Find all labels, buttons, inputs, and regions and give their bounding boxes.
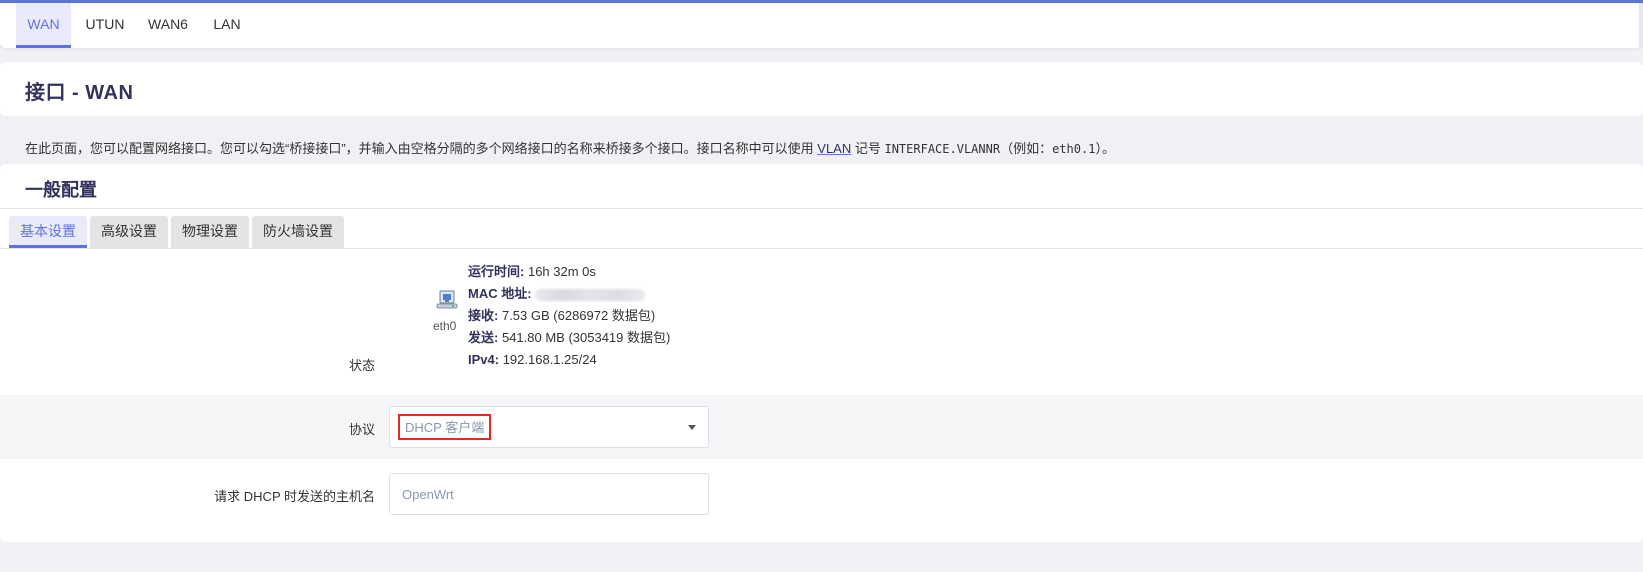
- status-label: 状态: [348, 358, 375, 373]
- scrollbar-edge: [1639, 3, 1643, 48]
- rx-line: 接收: 7.53 GB (6286972 数据包): [468, 305, 670, 327]
- general-config-section: 一般配置 基本设置 高级设置 物理设置 防火墙设置 状态 eth0 运行时间: …: [0, 164, 1643, 542]
- interface-name: eth0: [433, 319, 457, 333]
- page-title: 接口 - WAN: [25, 82, 134, 104]
- tab-utun[interactable]: UTUN: [80, 3, 130, 48]
- hostname-label: 请求 DHCP 时发送的主机名: [214, 489, 375, 504]
- mac-line: MAC 地址:: [468, 283, 670, 305]
- protocol-select[interactable]: DHCP 客户端: [389, 406, 709, 448]
- hostname-input[interactable]: [389, 473, 709, 515]
- tab-wan[interactable]: WAN: [16, 3, 71, 48]
- tab-physical-settings[interactable]: 物理设置: [171, 216, 249, 248]
- tab-wan6[interactable]: WAN6: [140, 3, 196, 48]
- description-example-code: eth0.1: [1052, 142, 1096, 156]
- page-description: 在此页面，您可以配置网络接口。您可以勾选“桥接接口”，并输入由空格分隔的多个网络…: [25, 138, 1115, 157]
- tab-advanced-settings[interactable]: 高级设置: [90, 216, 168, 248]
- hostname-row: 请求 DHCP 时发送的主机名: [0, 459, 1643, 542]
- uptime-line: 运行时间: 16h 32m 0s: [468, 261, 670, 283]
- page-title-box: 接口 - WAN: [0, 62, 1643, 116]
- section-title: 一般配置: [25, 180, 97, 200]
- protocol-label: 协议: [348, 422, 375, 437]
- section-divider: [0, 208, 1643, 209]
- protocol-selected-value: DHCP 客户端: [398, 414, 492, 440]
- status-row: 状态 eth0 运行时间: 16h 32m 0s MAC 地址: 接收: 7.5…: [0, 249, 1643, 395]
- mac-label: MAC 地址:: [468, 286, 532, 301]
- rx-value: 7.53 GB (6286972 数据包): [501, 308, 656, 323]
- ipv4-line: IPv4: 192.168.1.25/24: [468, 349, 670, 371]
- ipv4-label: IPv4:: [468, 352, 500, 367]
- tab-firewall-settings[interactable]: 防火墙设置: [252, 216, 344, 248]
- status-details: 运行时间: 16h 32m 0s MAC 地址: 接收: 7.53 GB (62…: [468, 261, 670, 371]
- description-code: INTERFACE.VLANNR: [884, 142, 1001, 156]
- tx-value: 541.80 MB (3053419 数据包): [501, 330, 671, 345]
- rx-label: 接收:: [468, 308, 499, 323]
- mac-value-redacted: [535, 288, 646, 301]
- interface-tab-bar: WAN UTUN WAN6 LAN: [0, 3, 1643, 48]
- tx-line: 发送: 541.80 MB (3053419 数据包): [468, 327, 670, 349]
- vlan-link[interactable]: VLAN: [817, 141, 851, 156]
- description-text-mid: 记号: [851, 141, 885, 156]
- ethernet-port-icon: [436, 290, 458, 309]
- uptime-value: 16h 32m 0s: [527, 264, 596, 279]
- tab-lan[interactable]: LAN: [206, 3, 248, 48]
- description-text: 在此页面，您可以配置网络接口。您可以勾选“桥接接口”，并输入由空格分隔的多个网络…: [25, 141, 818, 156]
- tab-basic-settings[interactable]: 基本设置: [9, 216, 87, 248]
- tx-label: 发送:: [468, 330, 499, 345]
- ipv4-value: 192.168.1.25/24: [502, 352, 597, 367]
- chevron-down-icon: [688, 425, 696, 430]
- uptime-label: 运行时间:: [468, 264, 525, 279]
- description-suffix: ）。: [1095, 141, 1115, 156]
- protocol-row: 协议 DHCP 客户端: [0, 395, 1643, 459]
- description-example-prefix: （例如：: [1000, 141, 1053, 156]
